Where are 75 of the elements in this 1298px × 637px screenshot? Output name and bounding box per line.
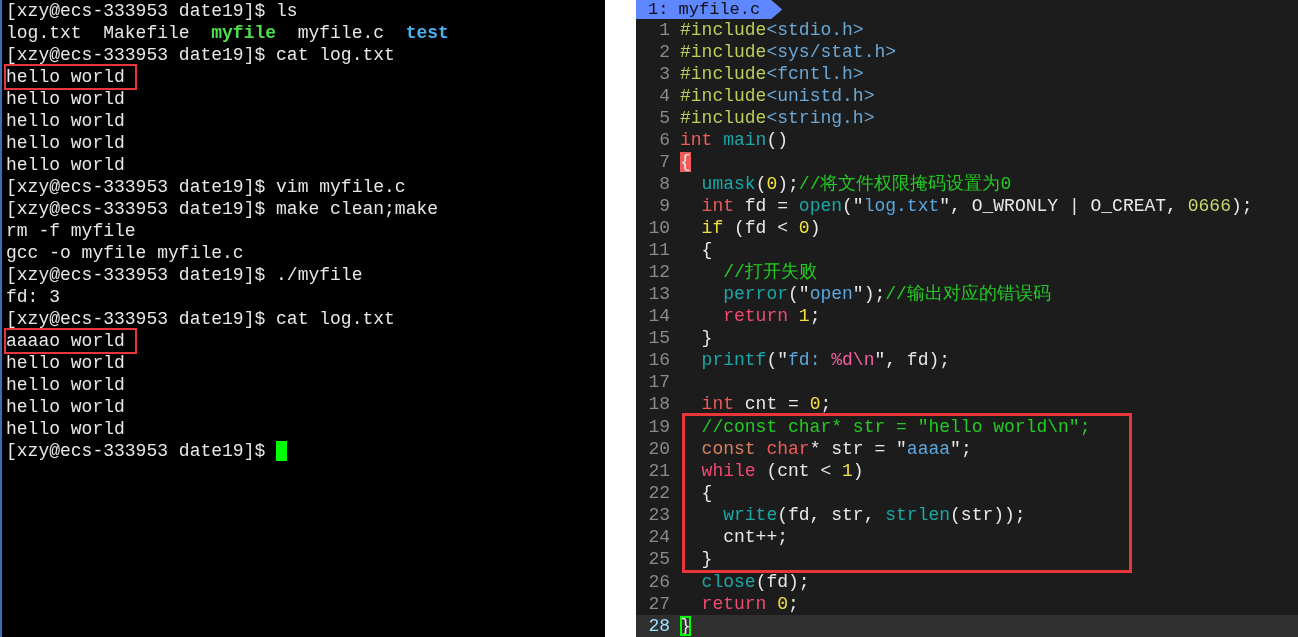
- line-number: 7: [658, 151, 671, 173]
- code-line: #include<stdio.h>: [680, 19, 865, 41]
- terminal-line: [xzy@ecs-333953 date19]$ make clean;make: [6, 198, 439, 220]
- line-number: 18: [647, 393, 671, 415]
- terminal-line: hello world: [6, 88, 125, 110]
- line-number: 19: [647, 416, 671, 438]
- code-line: umask(0);//将文件权限掩码设置为0: [700, 173, 1013, 195]
- terminal-line: [xzy@ecs-333953 date19]$ vim myfile.c: [6, 176, 406, 198]
- terminal-line: hello world: [6, 352, 125, 374]
- terminal-line: hello world: [6, 154, 125, 176]
- code-line: }: [700, 327, 714, 349]
- code-line: #include<sys/stat.h>: [680, 41, 898, 63]
- code-line: #include<fcntl.h>: [680, 63, 865, 85]
- code-line: //const char* str = "hello world\n";: [700, 416, 1092, 438]
- code-line: close(fd);: [700, 571, 811, 593]
- line-number: 4: [658, 85, 671, 107]
- line-number: 24: [647, 526, 671, 548]
- line-number: 3: [658, 63, 671, 85]
- code-line: const char* str = "aaaa";: [700, 438, 973, 460]
- code-line: while (cnt < 1): [700, 460, 865, 482]
- terminal-line: [xzy@ecs-333953 date19]$ ls: [6, 0, 298, 22]
- line-number: 23: [647, 504, 671, 526]
- line-number: 9: [658, 195, 671, 217]
- code-line: //打开失败: [722, 261, 818, 283]
- line-number: 28: [636, 615, 680, 637]
- line-number: 13: [647, 283, 671, 305]
- code-line: {: [700, 239, 714, 261]
- line-number: 14: [647, 305, 671, 327]
- terminal-line: hello world: [6, 66, 135, 88]
- line-number: 2: [658, 41, 671, 63]
- code-line: perror("open");//输出对应的错误码: [722, 283, 1052, 305]
- terminal-line: gcc -o myfile myfile.c: [6, 242, 244, 264]
- code-line: #include<unistd.h>: [680, 85, 876, 107]
- line-number: 5: [658, 107, 671, 129]
- terminal-line: hello world: [6, 396, 125, 418]
- line-number: 17: [647, 371, 671, 393]
- terminal-line: hello world: [6, 374, 125, 396]
- terminal-line: hello world: [6, 418, 125, 440]
- code-line: if (fd < 0): [700, 217, 822, 239]
- code-line: printf("fd: %d\n", fd);: [700, 349, 952, 371]
- line-number: 26: [647, 571, 671, 593]
- line-number: 10: [647, 217, 671, 239]
- code-line: return 0;: [700, 593, 800, 615]
- code-line: write(fd, str, strlen(str));: [722, 504, 1027, 526]
- line-number: 8: [658, 173, 671, 195]
- code-line: return 1;: [722, 305, 822, 327]
- terminal-line: [xzy@ecs-333953 date19]$ cat log.txt: [6, 308, 395, 330]
- terminal-line: [xzy@ecs-333953 date19]$: [6, 440, 267, 462]
- terminal-line: log.txt Makefile myfile myfile.c test: [6, 22, 449, 44]
- line-number: 12: [647, 261, 671, 283]
- line-number: 6: [658, 129, 671, 151]
- code-line: }: [700, 548, 714, 570]
- line-number: 21: [647, 460, 671, 482]
- terminal-line: [xzy@ecs-333953 date19]$ cat log.txt: [6, 44, 395, 66]
- line-number: 15: [647, 327, 671, 349]
- code-line: cnt++;: [722, 526, 790, 548]
- code-line: int fd = open("log.txt", O_WRONLY | O_CREAT, 0666);: [700, 195, 1254, 217]
- line-number: 25: [647, 548, 671, 570]
- code-line: {: [700, 482, 714, 504]
- line-number: 22: [647, 482, 671, 504]
- line-number: 20: [647, 438, 671, 460]
- terminal-line: rm -f myfile: [6, 220, 136, 242]
- line-number: 16: [647, 349, 671, 371]
- terminal-line: fd: 3: [6, 286, 60, 308]
- terminal-line: hello world: [6, 132, 125, 154]
- line-number: 1: [658, 19, 671, 41]
- line-number: 27: [647, 593, 671, 615]
- code-line: int main(): [680, 129, 790, 151]
- buffer-tab[interactable]: 1: myfile.c: [636, 0, 783, 19]
- terminal-line: hello world: [6, 110, 125, 132]
- line-number: 11: [647, 239, 671, 261]
- terminal-line: aaaao world: [6, 330, 135, 352]
- code-line: int cnt = 0;: [700, 393, 833, 415]
- terminal-line: [xzy@ecs-333953 date19]$ ./myfile: [6, 264, 363, 286]
- code-line: #include<string.h>: [680, 107, 876, 129]
